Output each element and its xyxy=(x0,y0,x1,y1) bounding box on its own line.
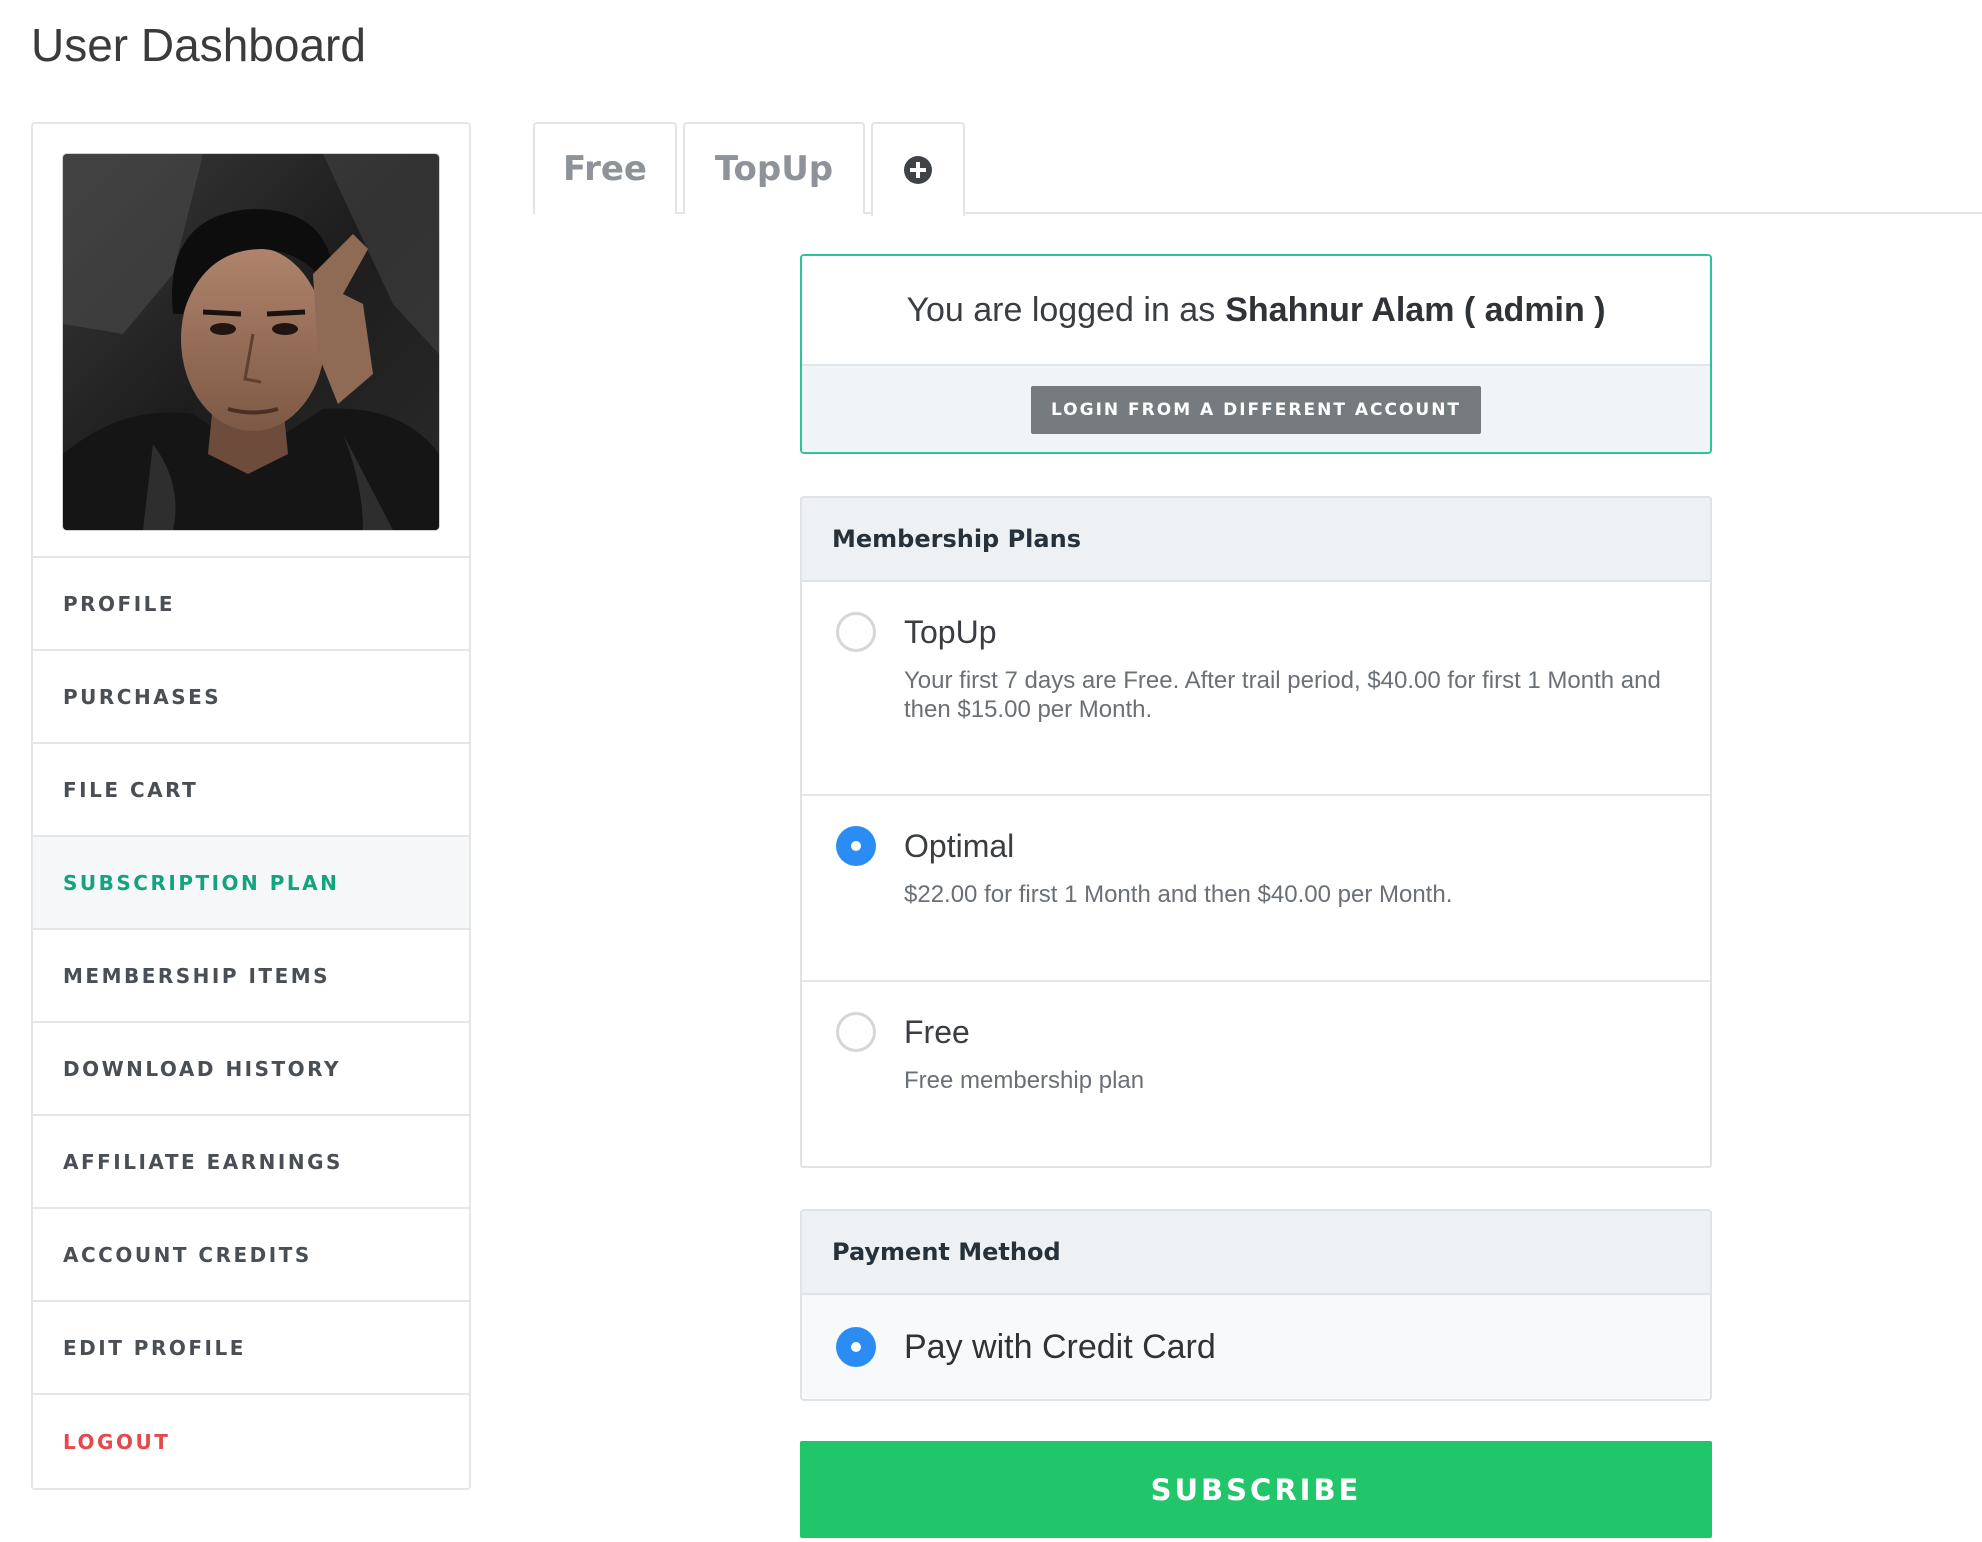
tab-topup[interactable]: TopUp xyxy=(683,122,865,214)
logged-in-user: Shahnur Alam ( admin ) xyxy=(1225,290,1606,329)
plus-circle-icon xyxy=(904,156,932,184)
sidebar-item-logout[interactable]: LOGOUT xyxy=(33,1395,469,1488)
page-title: User Dashboard xyxy=(31,19,366,71)
plan-option-free[interactable]: Free Free membership plan xyxy=(802,982,1710,1166)
sidebar-item-profile[interactable]: PROFILE xyxy=(33,558,469,651)
plan-radio-optimal[interactable] xyxy=(836,826,876,866)
tab-free[interactable]: Free xyxy=(533,122,677,214)
payment-method-title: Payment Method xyxy=(802,1211,1710,1295)
subscribe-button[interactable]: SUBSCRIBE xyxy=(800,1441,1712,1538)
avatar-container xyxy=(33,124,469,558)
logged-in-prefix: You are logged in as xyxy=(906,290,1216,329)
plan-description: Your first 7 days are Free. After trail … xyxy=(904,667,1661,723)
membership-plans-panel: Membership Plans TopUp Your first 7 days… xyxy=(800,496,1712,1168)
plan-option-optimal[interactable]: Optimal $22.00 for first 1 Month and the… xyxy=(802,796,1710,982)
plan-name: TopUp xyxy=(904,614,997,650)
sidebar-item-affiliate-earnings[interactable]: AFFILIATE EARNINGS xyxy=(33,1116,469,1209)
plan-description: $22.00 for first 1 Month and then $40.00… xyxy=(904,881,1453,908)
payment-option-label: Pay with Credit Card xyxy=(904,1327,1216,1366)
logged-in-text: You are logged in as Shahnur Alam ( admi… xyxy=(802,256,1710,366)
sidebar-item-purchases[interactable]: PURCHASES xyxy=(33,651,469,744)
plan-radio-free[interactable] xyxy=(836,1012,876,1052)
payment-radio-credit-card[interactable] xyxy=(836,1327,876,1367)
plan-radio-topup[interactable] xyxy=(836,612,876,652)
sidebar-item-subscription-plan[interactable]: SUBSCRIPTION PLAN xyxy=(33,837,469,930)
sidebar: PROFILE PURCHASES FILE CART SUBSCRIPTION… xyxy=(31,122,471,1490)
payment-option-credit-card[interactable]: Pay with Credit Card xyxy=(802,1295,1710,1399)
tab-bar: Free TopUp xyxy=(533,122,1982,216)
logged-in-card: You are logged in as Shahnur Alam ( admi… xyxy=(800,254,1712,454)
logged-in-actions: LOGIN FROM A DIFFERENT ACCOUNT xyxy=(802,366,1710,452)
plan-name: Free xyxy=(904,1014,970,1050)
plan-name: Optimal xyxy=(904,828,1015,864)
sidebar-item-edit-profile[interactable]: EDIT PROFILE xyxy=(33,1302,469,1395)
avatar[interactable] xyxy=(63,154,439,530)
plan-option-topup[interactable]: TopUp Your first 7 days are Free. After … xyxy=(802,582,1710,796)
sidebar-item-download-history[interactable]: DOWNLOAD HISTORY xyxy=(33,1023,469,1116)
sidebar-item-membership-items[interactable]: MEMBERSHIP ITEMS xyxy=(33,930,469,1023)
payment-method-panel: Payment Method Pay with Credit Card xyxy=(800,1209,1712,1401)
plan-description: Free membership plan xyxy=(904,1067,1145,1094)
tab-add[interactable] xyxy=(871,122,965,216)
sidebar-item-account-credits[interactable]: ACCOUNT CREDITS xyxy=(33,1209,469,1302)
membership-plans-title: Membership Plans xyxy=(802,498,1710,582)
sidebar-item-file-cart[interactable]: FILE CART xyxy=(33,744,469,837)
login-different-account-button[interactable]: LOGIN FROM A DIFFERENT ACCOUNT xyxy=(1030,386,1482,434)
